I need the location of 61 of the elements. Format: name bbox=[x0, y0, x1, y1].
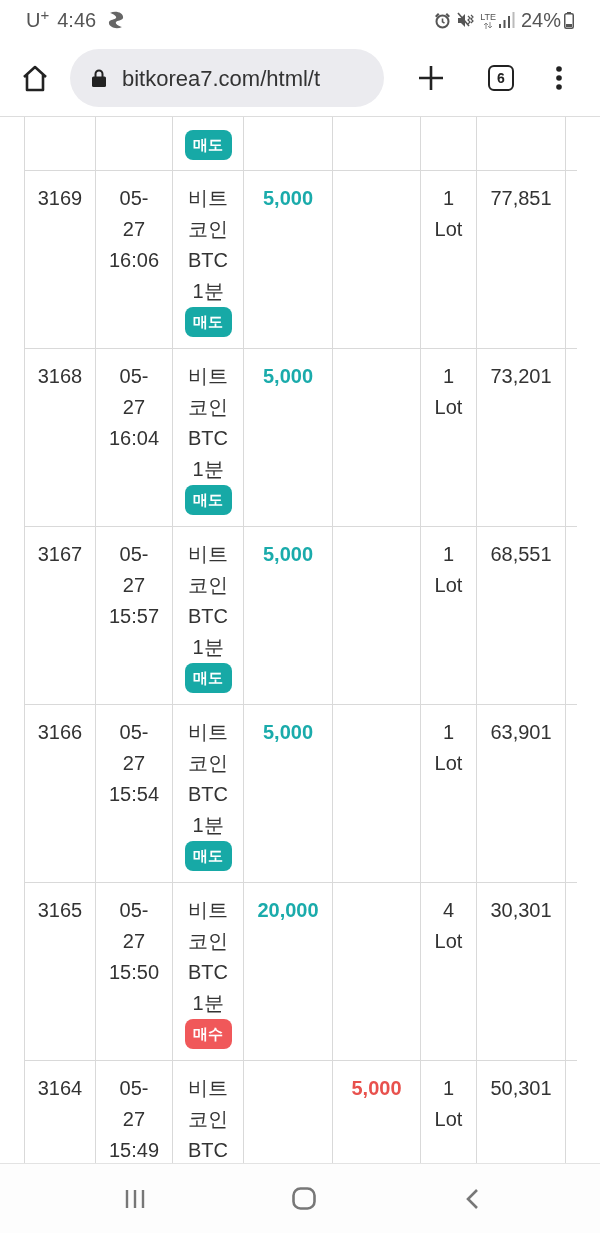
lot-count: 1 Lot bbox=[434, 364, 463, 420]
back-icon[interactable] bbox=[465, 1187, 479, 1210]
order-side-badge: 매도 bbox=[184, 307, 232, 337]
product-name: 비트코인 BTC 1분 bbox=[187, 720, 229, 838]
trade-datetime: 05-27 16:04 bbox=[108, 364, 159, 451]
home-icon[interactable] bbox=[22, 64, 48, 92]
product-name: 비트코인 BTC 1분 bbox=[187, 898, 229, 1016]
product-name: 비트코인 BTC 1분 bbox=[187, 186, 229, 304]
data-arrows-icon bbox=[483, 21, 494, 29]
order-side-badge: 매도 bbox=[184, 663, 232, 693]
order-side-badge: 매도 bbox=[184, 841, 232, 871]
url-text: bitkorea7.com/html/t bbox=[122, 64, 321, 93]
trade-price: 63,901 bbox=[490, 720, 552, 745]
lock-icon bbox=[92, 69, 106, 87]
buy-amount: 5,000 bbox=[262, 186, 314, 211]
trade-number: 3168 bbox=[37, 364, 83, 389]
sell-amount: 5,000 bbox=[351, 1076, 402, 1101]
trade-number: 3165 bbox=[37, 898, 83, 923]
mute-vibrate-icon bbox=[457, 11, 475, 29]
trade-datetime: 05-27 15:49 bbox=[108, 1076, 159, 1163]
lot-count: 4 Lot bbox=[434, 898, 463, 954]
lot-count: 1 Lot bbox=[434, 720, 463, 776]
buy-amount: 5,000 bbox=[262, 720, 314, 745]
trade-price: 77,851 bbox=[490, 186, 552, 211]
home-button-icon[interactable] bbox=[292, 1187, 316, 1210]
buy-amount: 5,000 bbox=[262, 542, 314, 567]
trade-price: 30,301 bbox=[490, 898, 552, 923]
lot-count: 1 Lot bbox=[434, 1076, 463, 1132]
clock-time: 4:46 bbox=[57, 10, 97, 30]
trade-datetime: 05-27 15:54 bbox=[108, 720, 159, 807]
product-name: 비트코인 BTC bbox=[187, 1076, 229, 1163]
tab-count-button[interactable]: 6 bbox=[488, 65, 514, 91]
battery-icon bbox=[564, 11, 574, 29]
trade-number: 3169 bbox=[37, 186, 83, 211]
trade-price: 73,201 bbox=[490, 364, 552, 389]
trade-number: 3167 bbox=[37, 542, 83, 567]
plus-icon[interactable] bbox=[418, 65, 444, 91]
buy-amount: 20,000 bbox=[257, 898, 319, 923]
trade-datetime: 05-27 15:57 bbox=[108, 542, 159, 629]
lot-count: 1 Lot bbox=[434, 542, 463, 598]
carrier-label: U$^{+}$ bbox=[26, 10, 50, 30]
order-side-badge: 매도 bbox=[184, 485, 232, 515]
battery-percent: 24% bbox=[520, 10, 561, 30]
trade-datetime: 05-27 15:50 bbox=[108, 898, 159, 985]
alarm-icon bbox=[434, 11, 452, 29]
lot-count: 1 Lot bbox=[434, 186, 463, 242]
signal-icon bbox=[498, 12, 515, 28]
trade-number: 3164 bbox=[37, 1076, 83, 1101]
buy-amount: 5,000 bbox=[262, 364, 314, 389]
order-side-badge: 매도 bbox=[184, 130, 232, 160]
address-bar[interactable]: bitkorea7.com/html/t bbox=[70, 49, 384, 107]
trade-number: 3166 bbox=[37, 720, 83, 745]
recent-apps-icon[interactable] bbox=[125, 1188, 145, 1209]
product-name: 비트코인 BTC 1분 bbox=[187, 542, 229, 660]
trade-price: 68,551 bbox=[490, 542, 552, 567]
network-type-label: LTE bbox=[480, 11, 496, 22]
product-name: 비트코인 BTC 1분 bbox=[187, 364, 229, 482]
more-menu-icon[interactable] bbox=[556, 66, 562, 90]
trade-price: 50,301 bbox=[490, 1076, 552, 1101]
order-side-badge: 매수 bbox=[184, 1019, 232, 1049]
trade-datetime: 05-27 16:06 bbox=[108, 186, 159, 273]
